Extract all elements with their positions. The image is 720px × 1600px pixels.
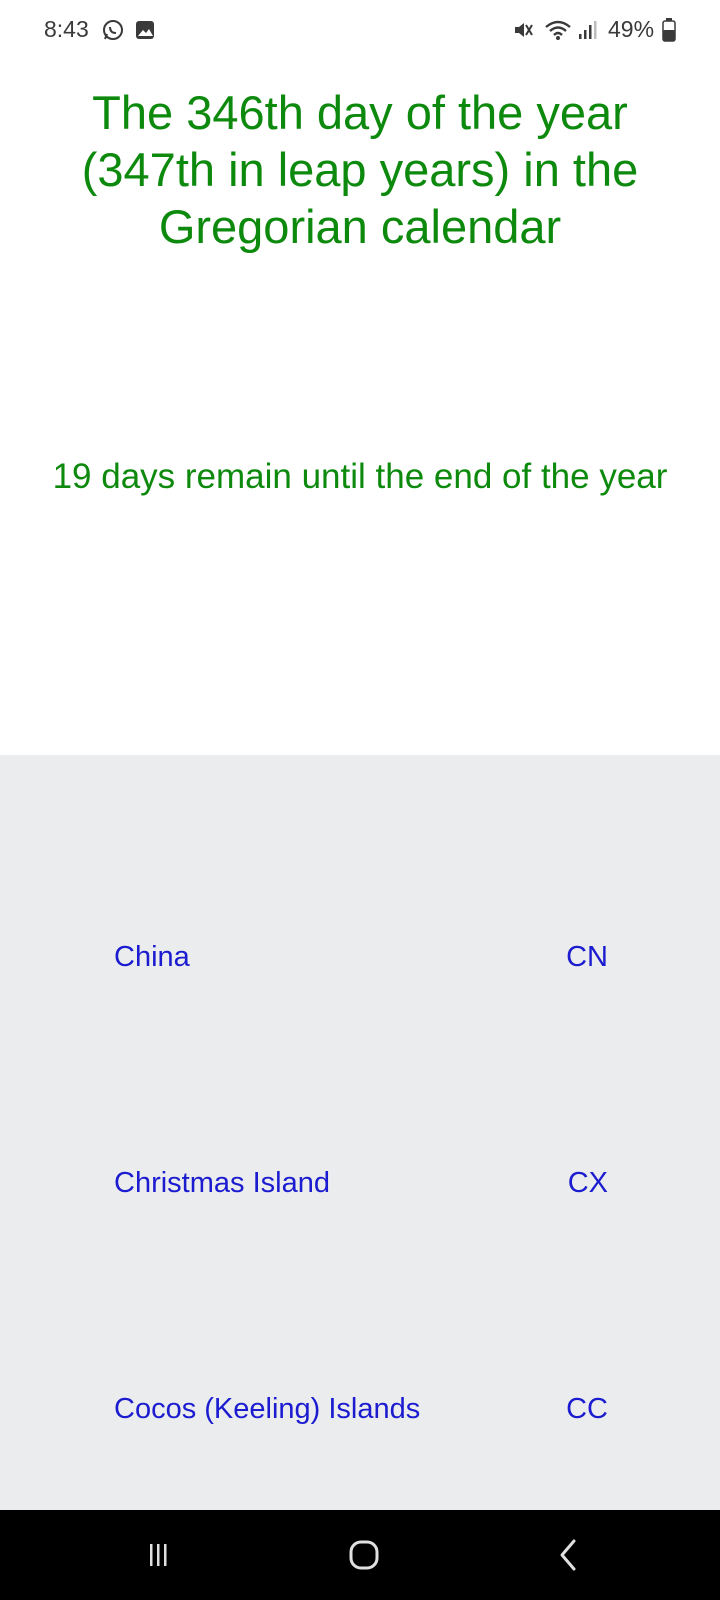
country-code[interactable]: CX [568, 1167, 608, 1200]
mute-icon [515, 23, 533, 37]
country-list: China CN Christmas Island CX Cocos (Keel… [0, 755, 720, 1510]
country-name[interactable]: Christmas Island [114, 1167, 330, 1200]
country-code[interactable]: CC [566, 1393, 608, 1426]
country-row[interactable]: Christmas Island CX [0, 1147, 720, 1227]
days-remaining-text: 19 days remain until the end of the year [52, 457, 668, 496]
gallery-icon [136, 21, 154, 39]
recent-apps-icon[interactable] [128, 1530, 188, 1580]
country-name[interactable]: China [114, 941, 190, 974]
screen: 8:43 49% The 346th day of the year (347t… [0, 0, 720, 1600]
country-row[interactable]: China CN [0, 921, 720, 1001]
status-time: 8:43 [44, 16, 89, 42]
battery-icon [662, 18, 676, 42]
country-row[interactable]: Cocos (Keeling) Islands CC [0, 1373, 720, 1453]
wifi-icon [545, 20, 571, 40]
day-of-year-heading: The 346th day of the year (347th in leap… [81, 86, 639, 253]
country-code[interactable]: CN [566, 941, 608, 974]
signal-icon [579, 21, 597, 39]
whatsapp-icon [103, 20, 123, 40]
back-icon[interactable] [538, 1530, 598, 1580]
country-name[interactable]: Cocos (Keeling) Islands [114, 1393, 420, 1426]
home-icon[interactable] [334, 1530, 394, 1580]
status-bar: 8:43 49% [0, 0, 720, 60]
navigation-bar [0, 1510, 720, 1600]
battery-percent: 49% [608, 16, 655, 42]
